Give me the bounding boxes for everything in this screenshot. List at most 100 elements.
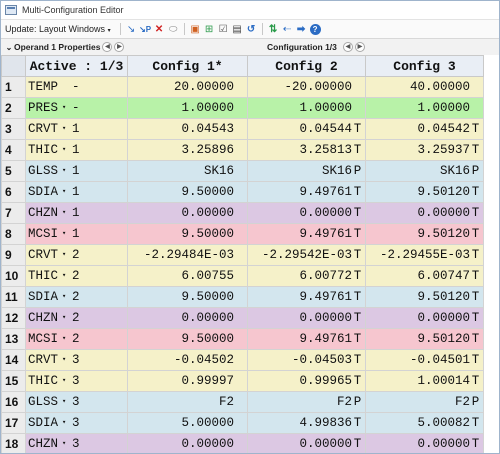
solve-flag[interactable]: P: [352, 395, 363, 409]
operand-cell[interactable]: CHZN ▾ 2: [25, 307, 128, 329]
config-2-cell[interactable]: 9.49761 T: [247, 223, 366, 245]
config-2-cell[interactable]: 0.00000 T: [247, 202, 366, 224]
dropdown-arrow-icon[interactable]: ▾: [62, 103, 72, 112]
solve-flag[interactable]: T: [470, 332, 481, 346]
config-2-cell[interactable]: -20.00000: [247, 76, 366, 98]
table-row[interactable]: 4 THIC ▾ 1 3.25896 3.25813 T 3.25937 T: [1, 139, 484, 161]
operand-cell[interactable]: PRES ▾ -: [25, 97, 128, 119]
operand-cell[interactable]: SDIA ▾ 3: [25, 412, 128, 434]
solve-flag[interactable]: T: [352, 206, 363, 220]
row-number[interactable]: 2: [1, 97, 26, 119]
row-number[interactable]: 13: [1, 328, 26, 350]
solve-flag[interactable]: T: [470, 311, 481, 325]
next-config-button[interactable]: ▶: [354, 42, 365, 52]
solve-flag[interactable]: T: [470, 290, 481, 304]
config-2-cell[interactable]: -0.04503 T: [247, 349, 366, 371]
row-number[interactable]: 3: [1, 118, 26, 140]
config-1-cell[interactable]: 5.00000: [127, 412, 248, 434]
dropdown-arrow-icon[interactable]: ▾: [62, 355, 72, 364]
dropdown-arrow-icon[interactable]: ▾: [62, 250, 72, 259]
config-3-cell[interactable]: -0.04501 T: [365, 349, 484, 371]
config-2-cell[interactable]: 9.49761 T: [247, 286, 366, 308]
solve-flag[interactable]: T: [352, 416, 363, 430]
config-1-cell[interactable]: 20.00000: [127, 76, 248, 98]
config-3-cell[interactable]: -2.29455E-03 T: [365, 244, 484, 266]
table-row[interactable]: 5 GLSS ▾ 1 SK16 SK16 P SK16 P: [1, 160, 484, 182]
solve-flag[interactable]: T: [352, 248, 363, 262]
config-2-cell[interactable]: -2.29542E-03 T: [247, 244, 366, 266]
table-row[interactable]: 2 PRES ▾ - 1.00000 1.00000 1.00000: [1, 97, 484, 119]
solve-flag[interactable]: P: [352, 164, 363, 178]
config-2-cell[interactable]: 0.00000 T: [247, 307, 366, 329]
table-row[interactable]: 7 CHZN ▾ 1 0.00000 0.00000 T 0.00000 T: [1, 202, 484, 224]
dropdown-arrow-icon[interactable]: ▾: [62, 166, 72, 175]
config-1-cell[interactable]: 1.00000: [127, 97, 248, 119]
active-config-header[interactable]: Active : 1/3: [25, 55, 128, 77]
operand-cell[interactable]: MCSI ▾ 2: [25, 328, 128, 350]
solve-flag[interactable]: T: [470, 143, 481, 157]
operand-cell[interactable]: THIC ▾ 2: [25, 265, 128, 287]
solve-flag[interactable]: T: [352, 185, 363, 199]
config-1-cell[interactable]: 0.04543: [127, 118, 248, 140]
config-1-header[interactable]: Config 1*: [127, 55, 248, 77]
solve-flag[interactable]: T: [352, 353, 363, 367]
config-2-cell[interactable]: 0.99965 T: [247, 370, 366, 392]
solve-flag[interactable]: P: [470, 164, 481, 178]
solve-flag[interactable]: T: [470, 227, 481, 241]
solve-flag[interactable]: T: [352, 374, 363, 388]
config-1-cell[interactable]: F2: [127, 391, 248, 413]
solve-flag[interactable]: T: [470, 269, 481, 283]
solve-flag[interactable]: T: [470, 248, 481, 262]
config-3-cell[interactable]: 0.04542 T: [365, 118, 484, 140]
table-row[interactable]: 9 CRVT ▾ 2 -2.29484E-03 -2.29542E-03 T -2.29455…: [1, 244, 484, 266]
config-1-cell[interactable]: SK16: [127, 160, 248, 182]
config-1-cell[interactable]: 0.00000: [127, 433, 248, 453]
solve-flag[interactable]: T: [352, 143, 363, 157]
prev-operand-button[interactable]: ◀: [102, 42, 113, 52]
config-2-cell[interactable]: 1.00000: [247, 97, 366, 119]
insert-operand-icon[interactable]: ↘: [126, 24, 137, 35]
dropdown-arrow-icon[interactable]: ▾: [62, 187, 72, 196]
table-row[interactable]: 11 SDIA ▾ 2 9.50000 9.49761 T 9.50120 T: [1, 286, 484, 308]
table-row[interactable]: 10 THIC ▾ 2 6.00755 6.00772 T 6.00747 T: [1, 265, 484, 287]
operand-cell[interactable]: SDIA ▾ 1: [25, 181, 128, 203]
config-arrows-icon[interactable]: ⇅: [268, 24, 279, 35]
next-config-icon[interactable]: ➡: [296, 24, 307, 35]
solve-flag[interactable]: T: [352, 290, 363, 304]
make-thermal-icon[interactable]: ▤: [232, 24, 243, 35]
solve-flag[interactable]: P: [470, 395, 481, 409]
config-3-cell[interactable]: 9.50120 T: [365, 181, 484, 203]
operand-cell[interactable]: GLSS ▾ 1: [25, 160, 128, 182]
table-row[interactable]: 14 CRVT ▾ 3 -0.04502 -0.04503 T -0.04501 T: [1, 349, 484, 371]
row-number[interactable]: 7: [1, 202, 26, 224]
update-dropdown[interactable]: Update: Layout Windows ▾: [5, 24, 111, 34]
save-icon[interactable]: ▣: [190, 24, 201, 35]
operand-properties-label[interactable]: Operand 1 Properties: [14, 42, 100, 52]
config-3-header[interactable]: Config 3: [365, 55, 484, 77]
dropdown-arrow-icon[interactable]: ▾: [62, 208, 72, 217]
hide-icon[interactable]: ⬭: [168, 24, 179, 35]
checkbox-icon[interactable]: ☑: [218, 24, 229, 35]
row-number[interactable]: 10: [1, 265, 26, 287]
solve-flag[interactable]: T: [470, 353, 481, 367]
config-1-cell[interactable]: 0.00000: [127, 202, 248, 224]
help-icon[interactable]: ?: [309, 23, 321, 35]
config-1-cell[interactable]: 0.00000: [127, 307, 248, 329]
config-3-cell[interactable]: 0.00000 T: [365, 307, 484, 329]
dropdown-arrow-icon[interactable]: ▾: [62, 271, 72, 280]
config-1-cell[interactable]: 9.50000: [127, 328, 248, 350]
solve-flag[interactable]: T: [352, 269, 363, 283]
table-row[interactable]: 17 SDIA ▾ 3 5.00000 4.99836 T 5.00082 T: [1, 412, 484, 434]
config-2-header[interactable]: Config 2: [247, 55, 366, 77]
dropdown-arrow-icon[interactable]: ▾: [62, 376, 72, 385]
config-2-cell[interactable]: F2 P: [247, 391, 366, 413]
operand-cell[interactable]: THIC ▾ 3: [25, 370, 128, 392]
row-number[interactable]: 8: [1, 223, 26, 245]
copy-icon[interactable]: ⊞: [204, 24, 215, 35]
config-3-cell[interactable]: 0.00000 T: [365, 202, 484, 224]
operand-cell[interactable]: MCSI ▾ 1: [25, 223, 128, 245]
row-number[interactable]: 15: [1, 370, 26, 392]
config-3-cell[interactable]: 0.00000 T: [365, 433, 484, 453]
row-number[interactable]: 5: [1, 160, 26, 182]
solve-flag[interactable]: T: [470, 206, 481, 220]
